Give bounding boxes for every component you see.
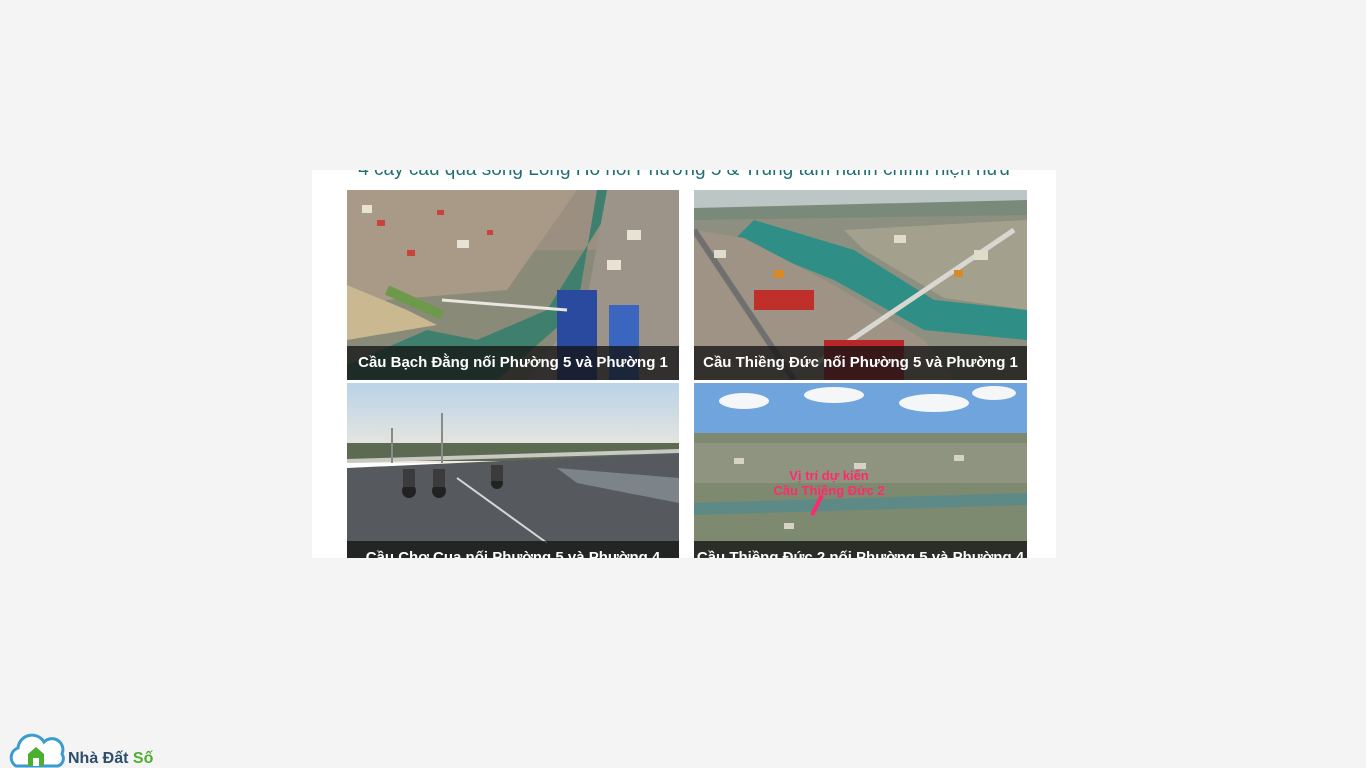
image-heading: 4 cây cầu qua sông Long Hồ nối Phường 5 … bbox=[312, 170, 1056, 182]
photo-caption: Cầu Chợ Cua nối Phường 5 và Phường 4 bbox=[347, 541, 679, 558]
pin-line-1: Vị trí dự kiến bbox=[789, 468, 869, 483]
photo-tile-cho-cua: Cầu Chợ Cua nối Phường 5 và Phường 4 bbox=[347, 383, 679, 558]
logo-text-part2: Số bbox=[132, 750, 154, 767]
photo-tile-bach-dang: Cầu Bạch Đằng nối Phường 5 và Phường 1 bbox=[347, 190, 679, 380]
photo-tile-thieng-duc: Cầu Thiềng Đức nối Phường 5 và Phường 1 bbox=[694, 190, 1027, 380]
pin-line-2: Cầu Thiềng Đức 2 bbox=[773, 483, 885, 498]
bridge-road-photo bbox=[347, 383, 679, 558]
image-viewer: 4 cây cầu qua sông Long Hồ nối Phường 5 … bbox=[312, 170, 1056, 558]
logo-text-part1: Nhà Đất bbox=[68, 750, 133, 767]
photo-caption: Cầu Thiềng Đức nối Phường 5 và Phường 1 bbox=[694, 346, 1027, 380]
photo-tile-thieng-duc-2: Vị trí dự kiến Cầu Thiềng Đức 2 Cầu Thiề… bbox=[694, 383, 1027, 558]
logo-text: Nhà Đất Số bbox=[68, 750, 153, 768]
cloud-house-icon bbox=[9, 733, 65, 768]
proposed-location-label: Vị trí dự kiến Cầu Thiềng Đức 2 bbox=[764, 468, 894, 498]
site-logo[interactable]: Nhà Đất Số bbox=[6, 732, 153, 768]
photo-caption: Cầu Bạch Đằng nối Phường 5 và Phường 1 bbox=[347, 346, 679, 380]
photo-caption: Cầu Thiềng Đức 2 nối Phường 5 và Phường … bbox=[694, 541, 1027, 558]
